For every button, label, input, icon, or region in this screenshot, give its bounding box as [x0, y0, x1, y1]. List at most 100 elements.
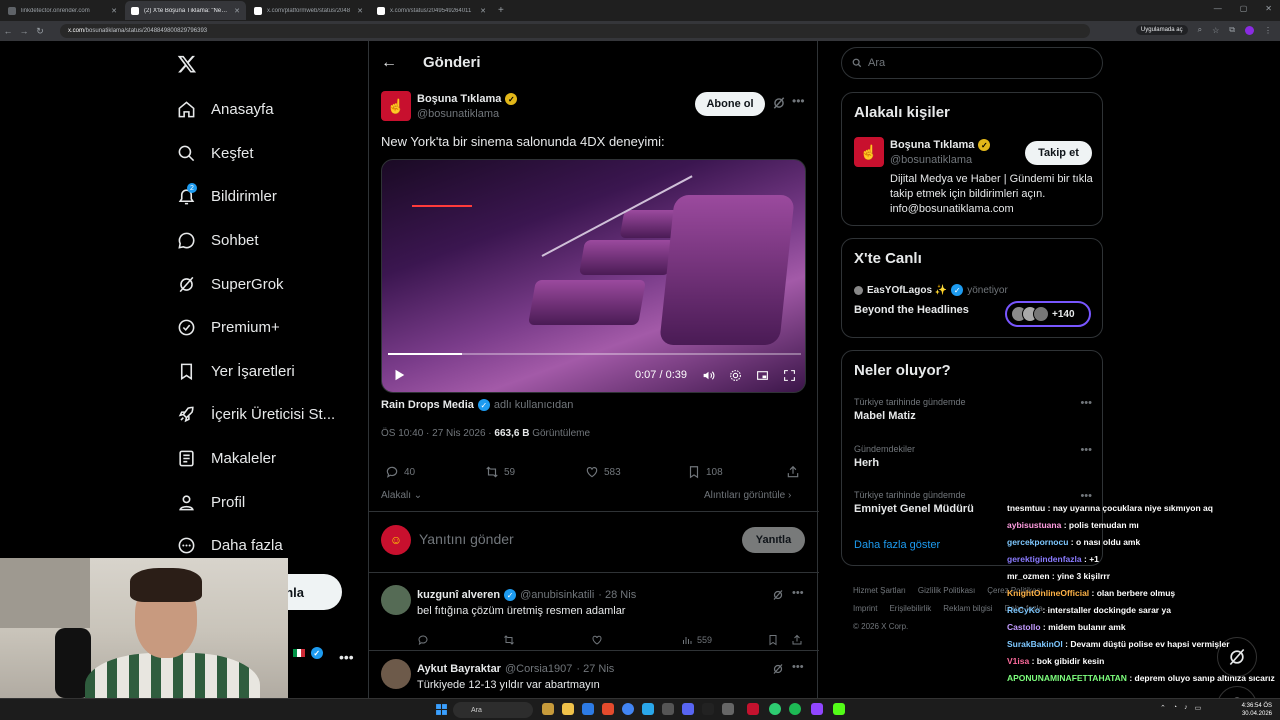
bookmark-action[interactable]: 108: [687, 465, 723, 479]
live-host-row[interactable]: EasYOfLagos ✨ ✓ yönetiyor: [854, 284, 1008, 296]
taskbar-app-icon[interactable]: [662, 703, 674, 715]
maximize-icon[interactable]: ▢: [1240, 4, 1248, 13]
account-more-icon[interactable]: •••: [339, 649, 354, 665]
taskbar-app-icon[interactable]: [702, 703, 714, 715]
reply-reply-action[interactable]: [417, 634, 429, 646]
reply-bookmark-action[interactable]: [767, 634, 779, 646]
share-action[interactable]: [786, 465, 800, 479]
menu-icon[interactable]: ⋮: [1264, 26, 1272, 35]
nav-home[interactable]: Anasayfa: [177, 94, 274, 124]
more-options-icon[interactable]: •••: [792, 94, 805, 108]
grok-icon[interactable]: [772, 663, 784, 675]
trend-more-icon[interactable]: •••: [1080, 397, 1092, 409]
nav-supergrok[interactable]: SuperGrok: [177, 269, 284, 299]
back-arrow-icon[interactable]: ←: [381, 54, 397, 72]
zoom-icon[interactable]: ⌕: [1198, 25, 1202, 35]
person-handle[interactable]: @bosunatiklama: [890, 154, 972, 166]
chat-username[interactable]: SurakBakinOl: [1007, 639, 1063, 649]
browser-tab-3[interactable]: x.com/platformweb/status/2048 ✕: [248, 1, 369, 20]
footer-link[interactable]: Erişilebilirlik: [889, 604, 931, 613]
browser-tab-2[interactable]: (2) X'te Boşuna Tıklama: "New Y ✕: [125, 1, 246, 20]
chat-username[interactable]: APONUNAMINAFETTAHATAN: [1007, 673, 1127, 683]
nav-creator-studio[interactable]: İçerik Üreticisi St...: [177, 399, 335, 429]
reply-share-action[interactable]: [791, 634, 803, 646]
chat-username[interactable]: aybisustuana: [1007, 520, 1061, 530]
grok-icon[interactable]: [772, 96, 786, 110]
chat-username[interactable]: gercekpornocu: [1007, 537, 1068, 547]
like-action[interactable]: 583: [585, 465, 621, 479]
subscribe-button[interactable]: Abone ol: [695, 92, 765, 116]
trend-more-icon[interactable]: •••: [1080, 444, 1092, 456]
nav-premium[interactable]: Premium+: [177, 312, 280, 342]
address-bar[interactable]: x.com/bosunatiklama/status/2048849800829…: [60, 24, 1090, 38]
author-avatar[interactable]: ☝: [381, 91, 411, 121]
fullscreen-icon[interactable]: [783, 369, 796, 382]
reply-input[interactable]: Yanıtını gönder: [419, 531, 514, 547]
search-input[interactable]: Ara: [841, 47, 1103, 79]
trend-item[interactable]: Türkiye tarihinde gündemde Mabel Matiz •••: [854, 397, 1092, 422]
person-avatar[interactable]: ☝: [854, 137, 884, 167]
video-player[interactable]: 0:07 / 0:39: [381, 159, 806, 393]
back-icon[interactable]: ←: [0, 26, 16, 36]
grok-icon[interactable]: [772, 589, 784, 601]
close-window-icon[interactable]: ✕: [1265, 4, 1272, 13]
nav-more[interactable]: Daha fazla: [177, 530, 283, 560]
taskbar-app-icon[interactable]: [542, 703, 554, 715]
nav-articles[interactable]: Makaleler: [177, 443, 276, 473]
show-more-link[interactable]: Daha fazla göster: [854, 539, 940, 551]
more-options-icon[interactable]: •••: [792, 661, 804, 673]
reply-button[interactable]: Yanıtla: [742, 527, 805, 553]
chat-username[interactable]: Castollo: [1007, 622, 1041, 632]
reply-like-action[interactable]: [591, 634, 603, 646]
repost-action[interactable]: 59: [485, 465, 515, 479]
reload-icon[interactable]: ↻: [32, 26, 48, 37]
relevant-sort-dropdown[interactable]: Alakalı ⌄: [381, 490, 422, 501]
more-options-icon[interactable]: •••: [792, 587, 804, 599]
taskbar-app-icon[interactable]: [642, 703, 654, 715]
x-logo-icon[interactable]: [177, 54, 197, 74]
reply-author[interactable]: kuzgunî alveren: [417, 589, 500, 601]
nav-explore[interactable]: Keşfet: [177, 138, 254, 168]
chat-username[interactable]: tnesmtuu: [1007, 503, 1045, 513]
reply-handle[interactable]: @anubisinkatili: [520, 589, 594, 601]
reply-avatar[interactable]: [381, 585, 411, 615]
taskbar-app-icon[interactable]: [769, 703, 781, 715]
settings-gear-icon[interactable]: [729, 369, 742, 382]
footer-link[interactable]: Reklam bilgisi: [943, 604, 992, 613]
reply-repost-action[interactable]: [503, 634, 515, 646]
volume-icon[interactable]: [702, 369, 715, 382]
extensions-icon[interactable]: ⧉: [1229, 25, 1235, 35]
person-name-row[interactable]: Boşuna Tıklama ✓: [890, 139, 991, 151]
new-tab-icon[interactable]: +: [498, 5, 504, 16]
reply-author[interactable]: Aykut Bayraktar: [417, 663, 501, 675]
live-show-title[interactable]: Beyond the Headlines: [854, 304, 969, 316]
footer-link[interactable]: Gizlilik Politikası: [918, 586, 975, 595]
reply-views[interactable]: 559: [681, 634, 712, 646]
chat-username[interactable]: mr_ozmen: [1007, 571, 1050, 581]
chat-username[interactable]: ReCyKo: [1007, 605, 1040, 615]
taskbar-app-icon[interactable]: [747, 703, 759, 715]
reply-avatar[interactable]: [381, 659, 411, 689]
live-listeners-pill[interactable]: +140: [1005, 301, 1091, 327]
discord-icon[interactable]: [682, 703, 694, 715]
browser-tab-1[interactable]: linkdetector.onrender.com ✕: [2, 1, 123, 20]
profile-avatar[interactable]: [1245, 25, 1254, 35]
taskbar-app-icon[interactable]: [582, 703, 594, 715]
footer-link[interactable]: Imprint: [853, 604, 877, 613]
chevron-up-icon[interactable]: ⌃: [1160, 704, 1166, 712]
nav-profile[interactable]: Profil: [177, 487, 245, 517]
footer-link[interactable]: Hizmet Şartları: [853, 586, 906, 595]
forward-icon[interactable]: →: [16, 26, 32, 36]
windows-start-icon[interactable]: [435, 703, 448, 716]
reply-action[interactable]: 40: [385, 465, 415, 479]
file-explorer-icon[interactable]: [562, 703, 574, 715]
play-icon[interactable]: [392, 368, 406, 382]
tab-close-icon[interactable]: ✕: [480, 7, 486, 15]
chat-username[interactable]: KnightOnlineOfficial: [1007, 588, 1089, 598]
twitch-icon[interactable]: [811, 703, 823, 715]
wifi-icon[interactable]: ◔: [1173, 704, 1177, 712]
spotify-icon[interactable]: [789, 703, 801, 715]
reply-handle[interactable]: @Corsia1907: [505, 663, 572, 675]
view-quotes-link[interactable]: Alıntıları görüntüle ›: [704, 490, 791, 501]
chat-username[interactable]: V1isa: [1007, 656, 1029, 666]
